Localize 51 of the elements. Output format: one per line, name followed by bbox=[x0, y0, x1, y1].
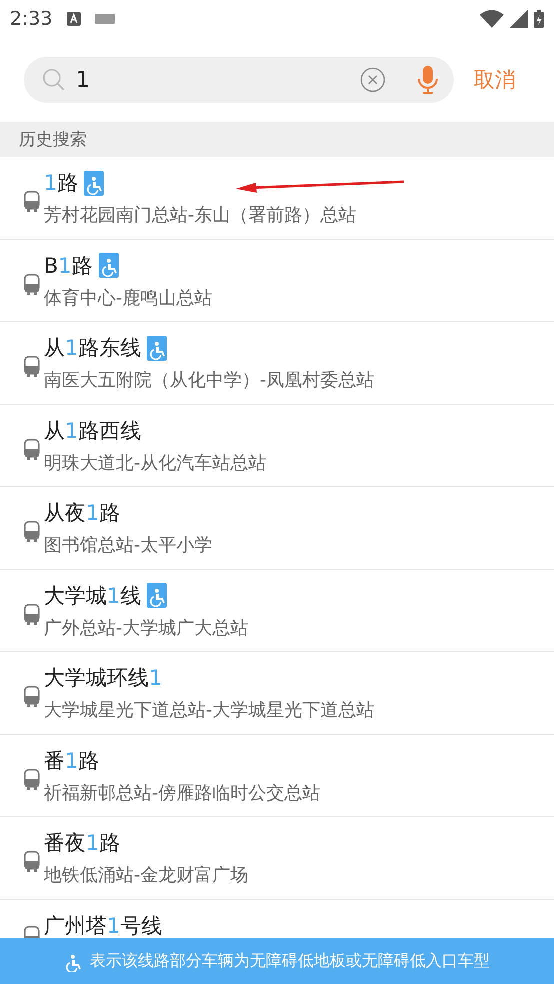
route-item[interactable]: 番夜1路 地铁低涌站-金龙财富广场 bbox=[0, 817, 554, 900]
bus-icon bbox=[24, 521, 40, 543]
route-item[interactable]: 大学城环线1 大学城星光下道总站-大学城星光下道总站 bbox=[0, 652, 554, 734]
route-title: 番夜1路 bbox=[44, 830, 120, 857]
legend-text: 表示该线路部分车辆为无障碍低地板或无障碍低入口车型 bbox=[90, 950, 490, 972]
route-stops: 图书馆总站-太平小学 bbox=[44, 534, 212, 557]
bus-icon bbox=[24, 926, 40, 938]
bus-icon bbox=[24, 191, 40, 213]
route-stops: 芳村花园南门总站-东山（署前路）总站 bbox=[44, 204, 356, 227]
bus-icon bbox=[24, 438, 40, 460]
route-title: B1路 bbox=[44, 252, 93, 280]
signal-icon bbox=[510, 10, 528, 28]
bus-icon bbox=[24, 274, 40, 296]
microphone-icon[interactable] bbox=[416, 65, 440, 95]
status-time: 2:33 bbox=[10, 8, 53, 30]
route-item[interactable]: B1路 体育中心-鹿鸣山总站 bbox=[0, 240, 554, 322]
route-item[interactable]: 1路 芳村花园南门总站-东山（署前路）总站 bbox=[0, 157, 554, 240]
section-title: 历史搜索 bbox=[19, 129, 87, 151]
route-item[interactable]: 从夜1路 图书馆总站-太平小学 bbox=[0, 487, 554, 570]
route-item[interactable]: 从1路西线 明珠大道北-从化汽车站总站 bbox=[0, 404, 554, 487]
route-item[interactable]: 广州塔1号线 bbox=[0, 900, 554, 938]
route-item[interactable]: 番1路 祈福新邨总站-傍雁路临时公交总站 bbox=[0, 734, 554, 817]
route-title: 从1路西线 bbox=[44, 418, 142, 444]
route-title: 从夜1路 bbox=[44, 500, 120, 527]
route-item[interactable]: 从1路东线 南医大五附院（从化中学）-凤凰村委总站 bbox=[0, 322, 554, 404]
route-title: 大学城环线1 bbox=[44, 665, 162, 692]
bus-icon bbox=[24, 356, 40, 378]
search-field[interactable]: 1 bbox=[24, 57, 454, 103]
search-icon bbox=[42, 68, 66, 92]
route-stops: 体育中心-鹿鸣山总站 bbox=[44, 286, 212, 310]
bus-icon bbox=[24, 768, 40, 790]
clear-icon[interactable] bbox=[360, 67, 386, 93]
route-stops: 祈福新邨总站-傍雁路临时公交总站 bbox=[44, 782, 320, 804]
route-title: 从1路东线 bbox=[44, 335, 142, 362]
route-stops: 大学城星光下道总站-大学城星光下道总站 bbox=[44, 699, 374, 722]
route-stops: 地铁低涌站-金龙财富广场 bbox=[44, 864, 248, 887]
bus-icon bbox=[24, 686, 40, 708]
search-input[interactable]: 1 bbox=[74, 66, 352, 94]
input-method-icon bbox=[66, 12, 81, 26]
route-title: 广州塔1号线 bbox=[44, 912, 162, 938]
route-item[interactable]: 大学城1线 广外总站-大学城广大总站 bbox=[0, 570, 554, 652]
route-title: 番1路 bbox=[44, 748, 100, 774]
battery-icon bbox=[534, 10, 544, 28]
route-title: 大学城1线 bbox=[44, 582, 142, 610]
bus-icon bbox=[24, 604, 40, 626]
route-stops: 广外总站-大学城广大总站 bbox=[44, 616, 248, 640]
route-title: 1路 bbox=[44, 170, 78, 197]
bus-icon bbox=[24, 851, 40, 873]
route-stops: 南医大五附院（从化中学）-凤凰村委总站 bbox=[44, 369, 374, 392]
route-stops: 明珠大道北-从化汽车站总站 bbox=[44, 452, 266, 474]
wifi-icon bbox=[480, 10, 504, 28]
